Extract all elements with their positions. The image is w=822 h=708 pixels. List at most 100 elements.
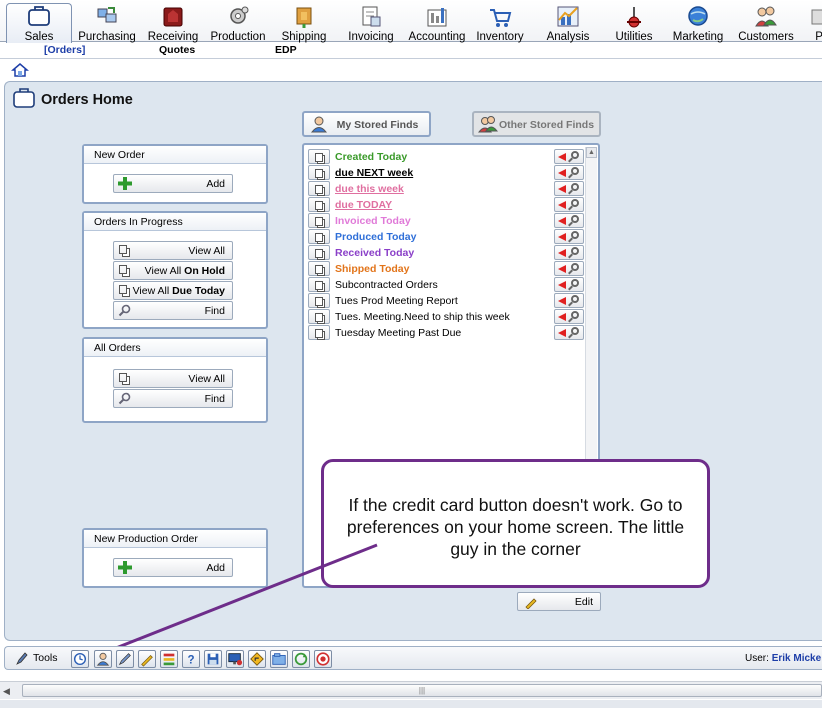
my-stored-finds-tab[interactable]: My Stored Finds bbox=[302, 111, 431, 137]
save-button[interactable] bbox=[204, 650, 222, 668]
find-actions[interactable] bbox=[554, 261, 584, 276]
module-tab-production[interactable]: Production bbox=[207, 4, 269, 43]
find-actions[interactable] bbox=[554, 325, 584, 340]
monitor-button[interactable] bbox=[226, 650, 244, 668]
module-tab-shipping[interactable]: Shipping bbox=[276, 4, 332, 43]
module-tab-sales[interactable]: Sales bbox=[6, 3, 72, 43]
view-all-in-progress-button[interactable]: View All bbox=[113, 241, 233, 260]
arrow-left-icon[interactable] bbox=[558, 281, 566, 289]
brush-tool-button[interactable] bbox=[116, 650, 134, 668]
color-bars-button[interactable] bbox=[160, 650, 178, 668]
preferences-user-button[interactable] bbox=[94, 650, 112, 668]
arrow-left-icon[interactable] bbox=[558, 233, 566, 241]
module-tab-invoicing[interactable]: Invoicing bbox=[343, 4, 399, 43]
magnifier-icon[interactable] bbox=[571, 167, 579, 175]
copy-icon[interactable] bbox=[308, 245, 330, 260]
arrow-left-icon[interactable] bbox=[558, 201, 566, 209]
arrow-left-icon[interactable] bbox=[558, 249, 566, 257]
folders-button[interactable] bbox=[270, 650, 288, 668]
magnifier-icon[interactable] bbox=[571, 215, 579, 223]
magnifier-icon[interactable] bbox=[571, 311, 579, 319]
arrow-left-icon[interactable] bbox=[558, 185, 566, 193]
copy-icon[interactable] bbox=[308, 165, 330, 180]
arrow-left-icon[interactable] bbox=[558, 265, 566, 273]
magnifier-icon[interactable] bbox=[571, 263, 579, 271]
add-order-button[interactable]: Add bbox=[113, 174, 233, 193]
find-actions[interactable] bbox=[554, 277, 584, 292]
copy-icon[interactable] bbox=[308, 277, 330, 292]
stored-find-label[interactable]: Tuesday Meeting Past Due bbox=[335, 327, 461, 339]
module-tab-inventory[interactable]: Inventory bbox=[472, 4, 528, 43]
magnifier-icon[interactable] bbox=[571, 247, 579, 255]
arrow-left-icon[interactable] bbox=[558, 329, 566, 337]
find-actions[interactable] bbox=[554, 149, 584, 164]
stored-find-row[interactable]: Tuesday Meeting Past Due bbox=[308, 325, 584, 341]
find-actions[interactable] bbox=[554, 165, 584, 180]
scroll-up-arrow[interactable]: ▲ bbox=[586, 147, 597, 158]
find-in-progress-button[interactable]: Find bbox=[113, 301, 233, 320]
magnifier-icon[interactable] bbox=[571, 199, 579, 207]
magnifier-icon[interactable] bbox=[571, 295, 579, 303]
arrow-left-icon[interactable] bbox=[558, 169, 566, 177]
target-button[interactable] bbox=[314, 650, 332, 668]
magnifier-icon[interactable] bbox=[571, 183, 579, 191]
stored-find-row[interactable]: Produced Today bbox=[308, 229, 584, 245]
copy-icon[interactable] bbox=[308, 229, 330, 244]
stored-find-row[interactable]: Tues. Meeting.Need to ship this week bbox=[308, 309, 584, 325]
stored-find-label[interactable]: Tues. Meeting.Need to ship this week bbox=[335, 311, 510, 323]
stored-find-label[interactable]: Shipped Today bbox=[335, 263, 409, 275]
stored-find-row[interactable]: Subcontracted Orders bbox=[308, 277, 584, 293]
stored-find-label[interactable]: Produced Today bbox=[335, 231, 416, 243]
horizontal-scrollbar[interactable]: ◀ ||| bbox=[0, 681, 822, 699]
magnifier-icon[interactable] bbox=[571, 231, 579, 239]
module-tab-marketing[interactable]: Marketing bbox=[668, 4, 728, 43]
copy-icon[interactable] bbox=[308, 197, 330, 212]
find-actions[interactable] bbox=[554, 293, 584, 308]
subnav-edp[interactable]: EDP bbox=[275, 44, 297, 56]
module-tab-pr[interactable]: Pr bbox=[806, 4, 822, 43]
subnav-orders[interactable]: [Orders] bbox=[44, 44, 85, 56]
clock-button[interactable] bbox=[71, 650, 89, 668]
add-production-order-button[interactable]: Add bbox=[113, 558, 233, 577]
magnifier-icon[interactable] bbox=[571, 327, 579, 335]
stored-find-label[interactable]: due this week bbox=[335, 183, 404, 195]
scroll-thumb[interactable]: ||| bbox=[22, 684, 822, 697]
stored-find-row[interactable]: Shipped Today bbox=[308, 261, 584, 277]
copy-icon[interactable] bbox=[308, 309, 330, 324]
subnav-quotes[interactable]: Quotes bbox=[159, 44, 195, 56]
help-button[interactable]: ? bbox=[182, 650, 200, 668]
copy-icon[interactable] bbox=[308, 181, 330, 196]
route-sign-button[interactable] bbox=[248, 650, 266, 668]
stored-find-row[interactable]: due NEXT week bbox=[308, 165, 584, 181]
stored-find-label[interactable]: due TODAY bbox=[335, 199, 392, 211]
magnifier-icon[interactable] bbox=[571, 279, 579, 287]
copy-icon[interactable] bbox=[308, 213, 330, 228]
stored-find-label[interactable]: Created Today bbox=[335, 151, 407, 163]
find-actions[interactable] bbox=[554, 229, 584, 244]
module-tab-analysis[interactable]: Analysis bbox=[540, 4, 596, 43]
module-tab-utilities[interactable]: Utilities bbox=[607, 4, 661, 43]
stored-find-row[interactable]: due this week bbox=[308, 181, 584, 197]
find-orders-button[interactable]: Find bbox=[113, 389, 233, 408]
find-actions[interactable] bbox=[554, 309, 584, 324]
view-all-orders-button[interactable]: View All bbox=[113, 369, 233, 388]
edit-finds-button[interactable]: Edit bbox=[517, 592, 601, 611]
stored-find-label[interactable]: Invoiced Today bbox=[335, 215, 411, 227]
arrow-left-icon[interactable] bbox=[558, 153, 566, 161]
stored-find-row[interactable]: Created Today bbox=[308, 149, 584, 165]
copy-icon[interactable] bbox=[308, 149, 330, 164]
module-tab-purchasing[interactable]: Purchasing bbox=[74, 4, 140, 43]
arrow-left-icon[interactable] bbox=[558, 297, 566, 305]
arrow-left-icon[interactable] bbox=[558, 313, 566, 321]
refresh-button[interactable] bbox=[292, 650, 310, 668]
scroll-left-arrow[interactable]: ◀ bbox=[3, 686, 10, 697]
pencil-button[interactable] bbox=[138, 650, 156, 668]
find-actions[interactable] bbox=[554, 197, 584, 212]
stored-find-label[interactable]: Subcontracted Orders bbox=[335, 279, 438, 291]
module-tab-customers[interactable]: Customers bbox=[735, 4, 797, 43]
home-icon[interactable] bbox=[11, 62, 29, 78]
copy-icon[interactable] bbox=[308, 293, 330, 308]
arrow-left-icon[interactable] bbox=[558, 217, 566, 225]
find-actions[interactable] bbox=[554, 181, 584, 196]
stored-find-label[interactable]: Received Today bbox=[335, 247, 414, 259]
